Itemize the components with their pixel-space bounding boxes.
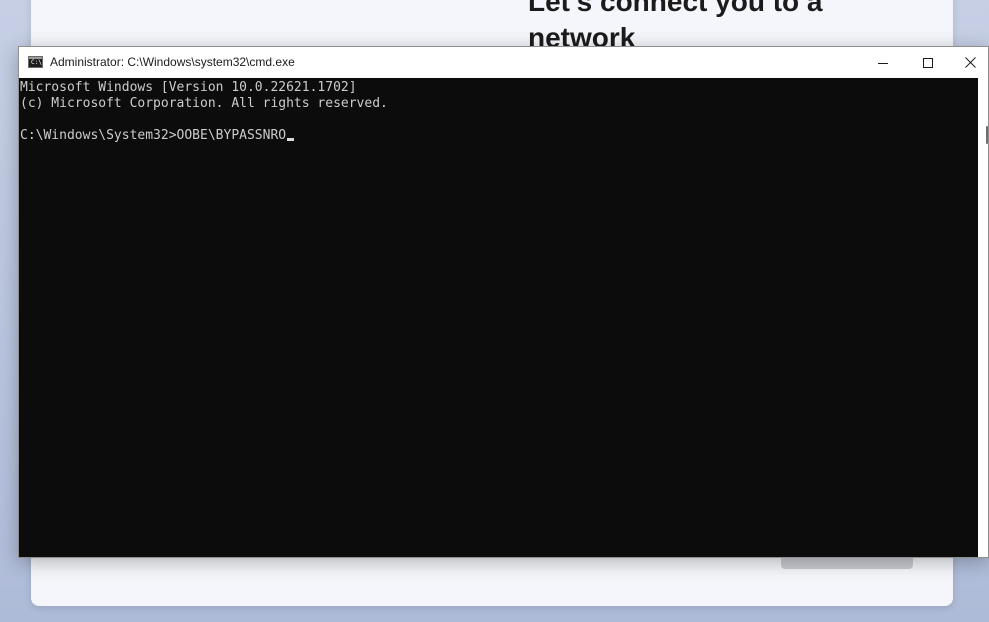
window-titlebar[interactable]: C:\ Administrator: C:\Windows\system32\c… (19, 47, 988, 78)
console-text: Microsoft Windows [Version 10.0.22621.17… (19, 78, 978, 144)
window-title: Administrator: C:\Windows\system32\cmd.e… (50, 55, 295, 69)
console-output[interactable]: Microsoft Windows [Version 10.0.22621.17… (19, 78, 978, 557)
close-button[interactable] (950, 47, 989, 78)
close-icon (964, 57, 976, 68)
maximize-icon (922, 57, 933, 68)
console-command: C:\Windows\System32>OOBE\BYPASSNRO (20, 128, 287, 143)
text-cursor (287, 138, 295, 141)
console-prompt-line[interactable]: C:\Windows\System32>OOBE\BYPASSNRO (20, 128, 295, 143)
vertical-scrollbar[interactable] (978, 78, 988, 557)
cmd-window[interactable]: C:\ Administrator: C:\Windows\system32\c… (18, 46, 989, 558)
maximize-button[interactable] (905, 47, 950, 78)
console-line-version: Microsoft Windows [Version 10.0.22621.17… (20, 80, 357, 95)
scrollbar-thumb[interactable] (986, 126, 988, 144)
minimize-button[interactable] (860, 47, 905, 78)
console-line-copyright: (c) Microsoft Corporation. All rights re… (20, 96, 388, 111)
cmd-icon: C:\ (28, 56, 43, 68)
minimize-icon (877, 62, 888, 64)
